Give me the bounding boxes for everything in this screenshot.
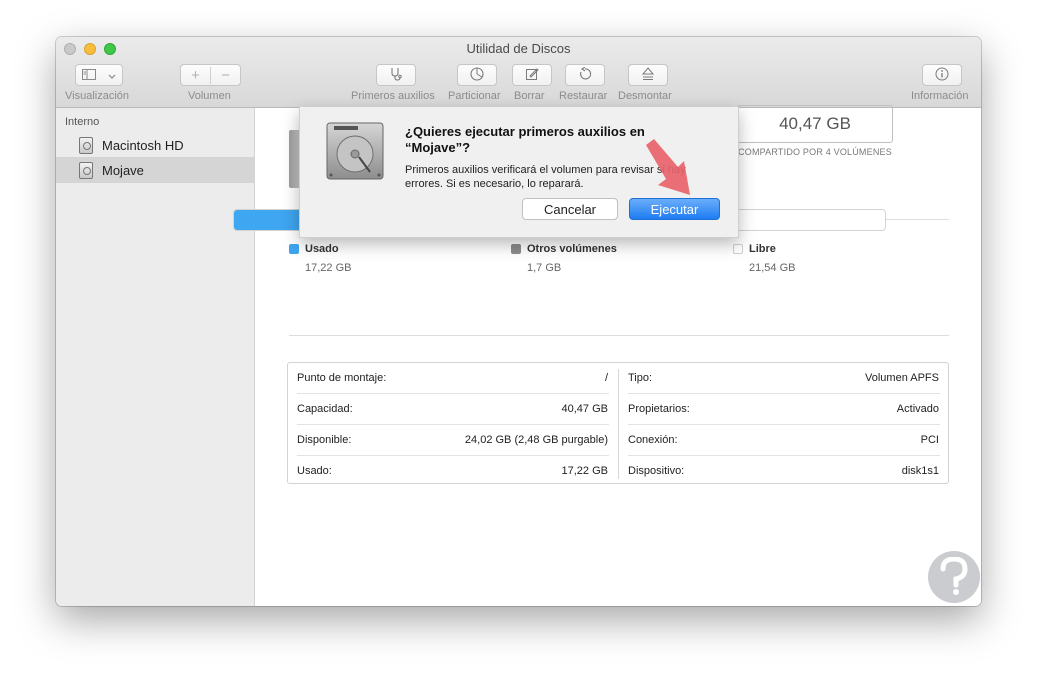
info-value: / xyxy=(604,372,608,384)
volume-info-table: Punto de montaje: / Capacidad: 40,47 GB Di… xyxy=(287,362,949,484)
info-key: Disponible: xyxy=(297,434,352,446)
window-title: Utilidad de Discos xyxy=(466,41,571,56)
info-key: Punto de montaje: xyxy=(297,372,387,384)
pie-partition-icon xyxy=(470,66,484,84)
volume-segmented-control: + − xyxy=(180,64,241,86)
info-value: Volumen APFS xyxy=(865,372,939,384)
watermark-logo-icon xyxy=(928,551,980,603)
sidebar-icon xyxy=(82,68,96,83)
cancel-button[interactable]: Cancelar xyxy=(522,198,618,220)
unmount-label: Desmontar xyxy=(618,90,672,102)
view-label: Visualización xyxy=(65,90,130,102)
remove-volume-button[interactable]: − xyxy=(211,67,240,84)
sidebar-section-internal: Interno xyxy=(65,116,100,128)
unmount-button[interactable] xyxy=(628,64,668,86)
legend-swatch-free xyxy=(733,244,743,254)
first-aid-label: Primeros auxilios xyxy=(351,90,435,102)
partition-button[interactable] xyxy=(457,64,497,86)
legend-label: Otros volúmenes xyxy=(527,243,617,255)
erase-icon xyxy=(525,67,539,84)
info-label: Información xyxy=(911,90,969,102)
sidebar-item-mojave[interactable]: Mojave xyxy=(56,157,254,183)
sidebar-item-label: Mojave xyxy=(102,162,144,178)
annotation-arrow-icon xyxy=(640,137,700,204)
legend-swatch-other xyxy=(511,244,521,254)
legend-value: 1,7 GB xyxy=(527,262,562,274)
info-key: Propietarios: xyxy=(628,403,690,415)
legend-label: Usado xyxy=(305,243,339,255)
info-key: Capacidad: xyxy=(297,403,353,415)
info-row: Dispositivo: disk1s1 xyxy=(619,456,949,487)
info-row: Usado: 17,22 GB xyxy=(288,456,618,487)
capacity-box: 40,47 GB xyxy=(737,105,893,143)
erase-button[interactable] xyxy=(512,64,552,86)
legend-value: 17,22 GB xyxy=(305,262,352,274)
restore-label: Restaurar xyxy=(559,90,608,102)
hard-disk-icon xyxy=(79,136,93,154)
info-key: Tipo: xyxy=(628,372,653,384)
info-row: Tipo: Volumen APFS xyxy=(619,363,949,394)
legend-value: 21,54 GB xyxy=(749,262,796,274)
erase-label: Borrar xyxy=(514,90,545,102)
partition-label: Particionar xyxy=(448,90,501,102)
eject-icon xyxy=(641,66,655,84)
info-row: Conexión: PCI xyxy=(619,425,949,456)
info-value: 24,02 GB (2,48 GB purgable) xyxy=(464,434,608,446)
hard-disk-icon xyxy=(326,122,384,187)
stethoscope-icon xyxy=(389,67,403,84)
info-row: Capacidad: 40,47 GB xyxy=(288,394,618,425)
info-icon xyxy=(935,67,949,84)
volume-label: Volumen xyxy=(188,90,231,102)
shared-note: COMPARTIDO POR 4 VOLÚMENES xyxy=(738,147,892,157)
legend-label: Libre xyxy=(749,243,776,255)
info-key: Conexión: xyxy=(628,434,678,446)
hard-disk-icon xyxy=(79,161,93,179)
info-key: Usado: xyxy=(297,465,332,477)
sidebar: Interno Macintosh HD Mojave xyxy=(56,108,255,606)
add-volume-button[interactable]: + xyxy=(181,66,211,84)
titlebar: Utilidad de Discos Visualización + − Vol… xyxy=(56,37,981,108)
info-key: Dispositivo: xyxy=(628,465,685,477)
first-aid-button[interactable] xyxy=(376,64,416,86)
sidebar-item-macintosh-hd[interactable]: Macintosh HD xyxy=(56,132,254,158)
restore-button[interactable] xyxy=(565,64,605,86)
chevron-down-icon xyxy=(108,68,116,83)
divider xyxy=(289,335,949,336)
info-row: Propietarios: Activado xyxy=(619,394,949,425)
legend-swatch-used xyxy=(289,244,299,254)
view-toggle-button[interactable] xyxy=(75,64,123,86)
restore-icon xyxy=(578,66,592,84)
info-value: 40,47 GB xyxy=(561,403,608,415)
info-row: Punto de montaje: / xyxy=(288,363,618,394)
info-button[interactable] xyxy=(922,64,962,86)
info-value: disk1s1 xyxy=(901,465,939,477)
info-value: 17,22 GB xyxy=(561,465,608,477)
info-value: Activado xyxy=(896,403,939,415)
info-row: Disponible: 24,02 GB (2,48 GB purgable) xyxy=(288,425,618,456)
sidebar-item-label: Macintosh HD xyxy=(102,137,184,153)
info-value: PCI xyxy=(920,434,939,446)
